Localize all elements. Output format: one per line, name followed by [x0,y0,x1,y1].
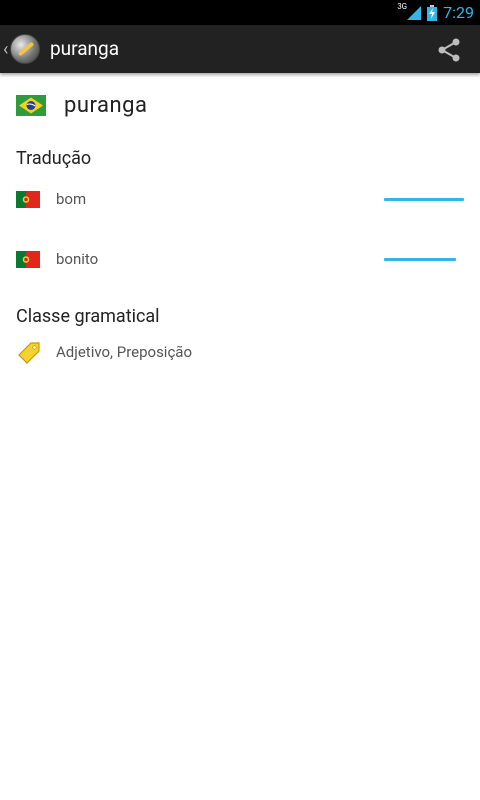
signal-icon [407,5,422,20]
tag-icon [18,342,40,364]
entry-content: puranga Tradução bom bonito Classe grama… [0,93,480,365]
translation-text: bom [56,190,87,208]
entry-word: puranga [64,93,148,118]
up-navigation-button[interactable]: ‹ [0,25,46,73]
app-logo-icon [10,34,41,64]
portugal-flag-icon [16,250,40,268]
chevron-left-icon: ‹ [3,38,9,60]
action-bar-title: puranga [50,37,120,60]
translation-text: bonito [56,250,99,268]
word-class-row: Adjetivo, Preposição [16,339,464,365]
translation-item[interactable]: bonito [16,229,464,289]
share-icon[interactable] [436,37,462,63]
class-section-title: Classe gramatical [16,306,160,327]
battery-charging-icon [427,4,438,21]
status-time: 7:29 [443,3,474,22]
status-bar: 3G 7:29 [0,0,480,25]
translation-item[interactable]: bom [16,169,464,229]
translation-strength-bar [384,257,456,261]
translation-section-title: Tradução [16,148,92,169]
portugal-flag-icon [16,190,40,208]
entry-header: puranga [16,93,464,118]
brazil-flag-icon [16,95,46,116]
translation-strength-bar [384,197,464,201]
word-class-value: Adjetivo, Preposição [56,343,193,361]
action-bar: ‹ puranga [0,25,480,73]
network-type-label: 3G [397,2,408,11]
